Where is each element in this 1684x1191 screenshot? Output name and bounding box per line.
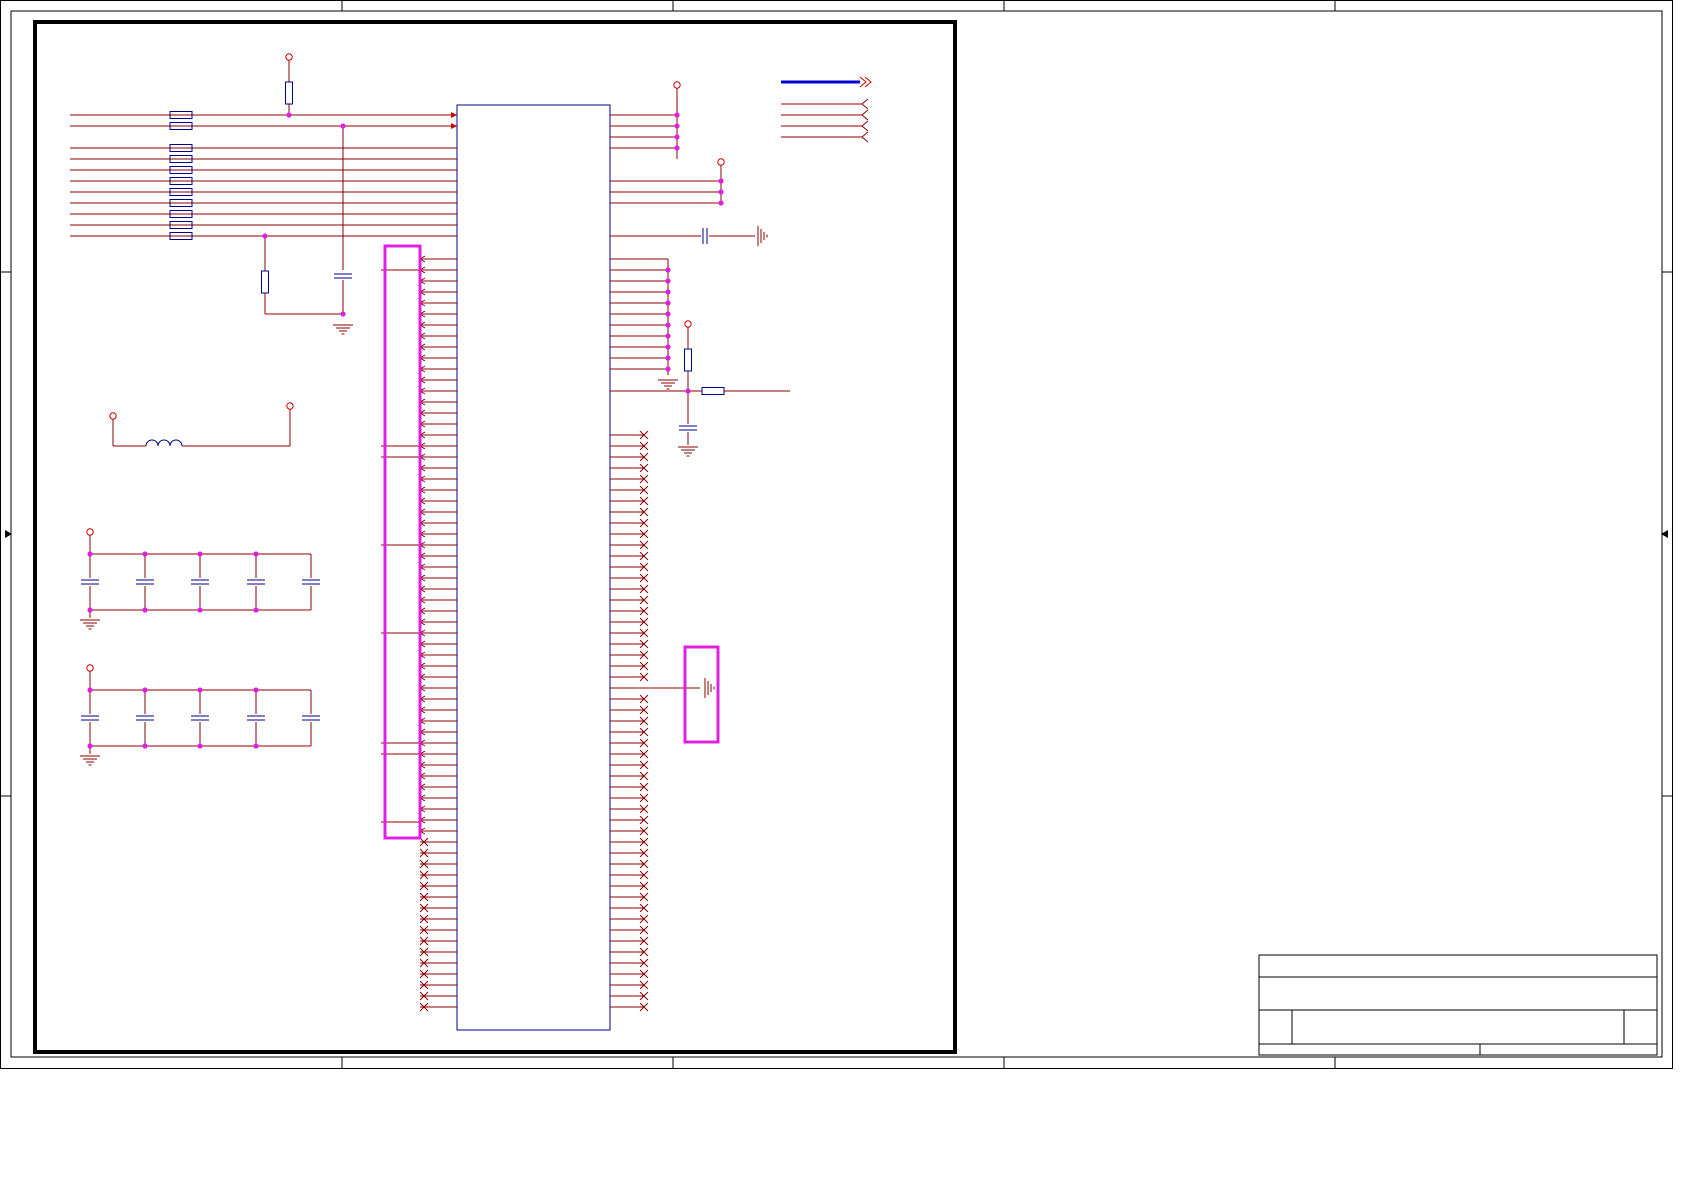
junction-dot xyxy=(718,200,724,206)
arrow-icon xyxy=(451,123,457,129)
power-pin-icon xyxy=(684,320,692,328)
schematic-sheet xyxy=(0,0,1684,1191)
junction-dot xyxy=(197,743,203,749)
junction-dot xyxy=(665,311,671,317)
power-pins xyxy=(86,53,725,672)
chevron-left-icon xyxy=(861,109,869,121)
junction-dot xyxy=(665,322,671,328)
junction-dot xyxy=(665,278,671,284)
inductor-icon xyxy=(157,439,171,447)
junction-dot xyxy=(197,551,203,557)
resistor xyxy=(285,81,293,105)
junction-dot xyxy=(685,388,691,394)
junction-dot xyxy=(340,311,346,317)
drawing-border xyxy=(33,20,957,1054)
junction-dot xyxy=(665,344,671,350)
junction-dot xyxy=(674,123,680,129)
frame-zone-ticks xyxy=(0,0,1672,1068)
junction-dot xyxy=(674,112,680,118)
junction-dot xyxy=(253,743,259,749)
junction-dot xyxy=(87,687,93,693)
power-pin-icon xyxy=(86,528,94,536)
arrow-icon xyxy=(451,112,457,118)
chevron-left-icon xyxy=(861,131,869,143)
junction-dot xyxy=(142,687,148,693)
junction-dot xyxy=(665,355,671,361)
junction-dot xyxy=(253,607,259,613)
junction-dot xyxy=(665,267,671,273)
junctions xyxy=(87,112,724,749)
junction-dot xyxy=(197,607,203,613)
components xyxy=(81,81,725,721)
junction-dot xyxy=(142,607,148,613)
junction-dot xyxy=(87,607,93,613)
junction-dot xyxy=(665,366,671,372)
schematic-drawing xyxy=(0,0,1673,1069)
resistor xyxy=(684,348,692,372)
wires xyxy=(70,60,872,1008)
junction-dot xyxy=(674,145,680,151)
junction-dot xyxy=(197,687,203,693)
junction-dot xyxy=(286,112,292,118)
junction-dot xyxy=(253,551,259,557)
power-pin-icon xyxy=(109,412,117,420)
junction-dot xyxy=(142,743,148,749)
junction-dot xyxy=(142,551,148,557)
junction-dot xyxy=(718,189,724,195)
ic-chip xyxy=(456,104,611,1031)
chevron-right-icon xyxy=(859,76,867,88)
chevron-left-icon xyxy=(861,120,869,132)
junction-dot xyxy=(718,178,724,184)
power-pin-icon xyxy=(285,53,293,61)
junction-dot xyxy=(262,233,268,239)
junction-dot xyxy=(87,743,93,749)
junction-dot xyxy=(87,551,93,557)
power-pin-icon xyxy=(286,402,294,410)
highlight-box-bus xyxy=(383,244,422,840)
resistor xyxy=(701,387,725,395)
resistor xyxy=(261,270,269,294)
power-pin-icon xyxy=(717,158,725,166)
junction-dot xyxy=(665,300,671,306)
sheet-frame xyxy=(0,0,1673,1069)
junction-dot xyxy=(665,333,671,339)
junction-dot xyxy=(665,289,671,295)
power-pin-icon xyxy=(86,664,94,672)
inductor-icon xyxy=(145,439,159,447)
junction-dot xyxy=(674,134,680,140)
chevron-left-icon xyxy=(861,98,869,110)
title-block xyxy=(1258,954,1658,1056)
junction-dot xyxy=(253,687,259,693)
highlight-box-ground xyxy=(683,645,720,744)
inductor-icon xyxy=(169,439,183,447)
power-pin-icon xyxy=(673,81,681,89)
junction-dot xyxy=(340,123,346,129)
